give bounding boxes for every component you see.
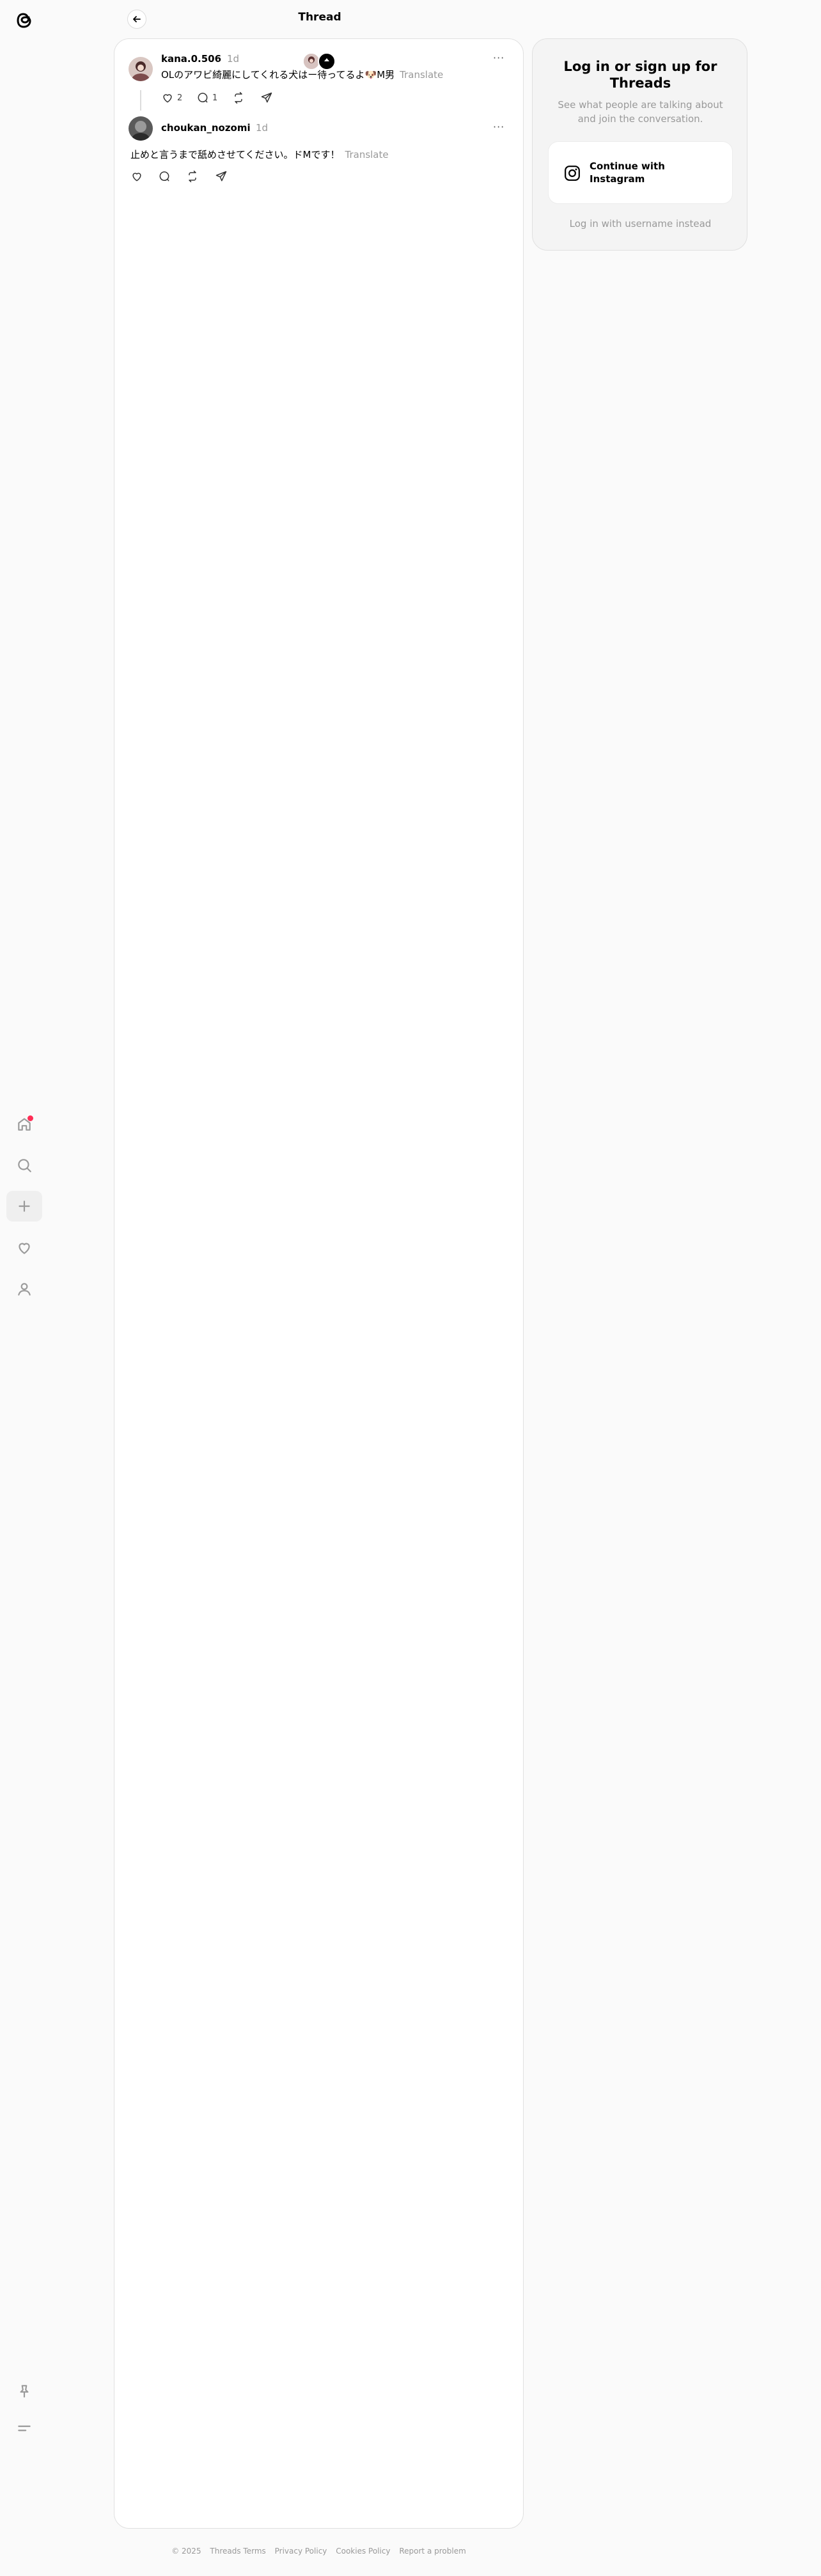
like-button[interactable] [130,170,143,183]
footer-cookies-link[interactable]: Cookies Policy [336,2547,390,2556]
share-icon [261,92,272,103]
pin-icon [20,2385,29,2398]
login-title: Log in or sign up for Threads [563,59,717,91]
thread-line [140,90,141,111]
continue-with-instagram-button[interactable]: Continue with Instagram [548,141,733,204]
instagram-button-label: Continue with Instagram [590,160,665,185]
profile-icon [18,1283,31,1296]
footer-copyright: © 2025 [171,2547,201,2556]
activity-icon [19,1243,30,1254]
post-time[interactable]: 1d [256,122,268,134]
reply-count: 1 [212,93,218,103]
reply-button[interactable] [158,170,171,183]
repost-icon [189,170,196,183]
left-rail [0,0,49,2576]
heart-icon [132,173,141,182]
nav-home-button[interactable] [6,1109,42,1140]
like-button[interactable]: 2 [161,91,182,104]
more-options-icon[interactable]: ··· [493,121,504,133]
post-body: 止めと言うまで舐めさせてください。ドMです！ [130,149,340,160]
share-button[interactable] [215,170,228,183]
comment-icon [159,171,169,182]
login-username-link[interactable]: Log in with username instead [545,218,735,229]
translate-link[interactable]: Translate [400,69,443,81]
nav-search-button[interactable] [6,1150,42,1181]
instagram-icon [565,166,580,181]
repost-icon [235,91,242,104]
avatar[interactable] [129,57,153,81]
repost-button[interactable] [232,91,245,104]
menu-icon [18,2425,31,2432]
post-text: 止めと言うまで舐めさせてください。ドMです！ Translate [130,148,389,161]
footer: © 2025 Threads Terms Privacy Policy Cook… [114,2547,524,2556]
repost-button[interactable] [186,170,199,183]
nav-activity-button[interactable] [6,1232,42,1263]
notification-dot [27,1115,33,1121]
post-body: OLのアワビ綺麗にしてくれる犬はー待ってるよ🐶M男 [161,69,395,81]
follow-plus-icon [319,54,334,69]
share-button[interactable] [260,91,273,104]
reply-button[interactable]: 1 [196,91,217,104]
footer-terms-link[interactable]: Threads Terms [210,2547,265,2556]
avatar[interactable] [129,116,153,141]
pin-button[interactable] [6,2376,42,2407]
follow-button[interactable] [318,52,336,70]
nav-create-button[interactable] [6,1191,42,1222]
share-icon [215,171,227,182]
nav-profile-button[interactable] [6,1274,42,1305]
thread-feed: kana.0.506 1d ··· OLのアワビ綺麗にしてくれる犬はー待ってるよ… [114,38,524,2529]
footer-privacy-link[interactable]: Privacy Policy [275,2547,327,2556]
back-button[interactable] [127,10,146,29]
login-panel: Log in or sign up for Threads See what p… [532,38,747,251]
post-text: OLのアワビ綺麗にしてくれる犬はー待ってるよ🐶M男 Translate [161,68,443,81]
post-time[interactable]: 1d [227,53,239,65]
like-count: 2 [177,93,183,103]
post-username[interactable]: choukan_nozomi [161,122,251,134]
create-icon [19,1200,30,1212]
post-username[interactable]: kana.0.506 [161,53,221,65]
heart-icon [163,94,172,103]
login-subtitle: See what people are talking about and jo… [558,99,723,125]
more-options-icon[interactable]: ··· [493,52,504,64]
translate-link[interactable]: Translate [345,149,389,160]
search-icon [18,1159,31,1172]
arrow-left-icon [133,16,141,22]
page-title: Thread [298,11,341,24]
threads-logo-icon[interactable] [13,9,35,32]
menu-button[interactable] [6,2413,42,2444]
footer-report-link[interactable]: Report a problem [399,2547,465,2556]
comment-icon [198,93,208,103]
